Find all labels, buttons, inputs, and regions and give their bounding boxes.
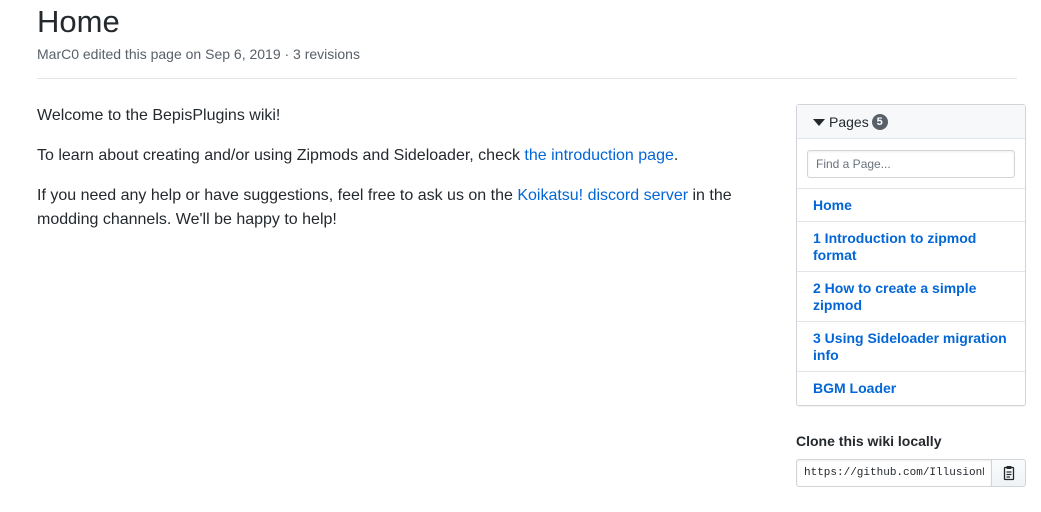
discord-server-link[interactable]: Koikatsu! discord server bbox=[517, 187, 688, 204]
intro-text: To learn about creating and/or using Zip… bbox=[37, 147, 525, 164]
pages-count-badge: 5 bbox=[871, 113, 888, 130]
pages-toggle[interactable]: Pages 5 bbox=[797, 105, 1025, 139]
page-link-introduction[interactable]: 1 Introduction to zipmod format bbox=[797, 222, 1025, 271]
pages-list: Home 1 Introduction to zipmod format 2 H… bbox=[797, 189, 1025, 404]
clone-url-group bbox=[796, 459, 1026, 487]
wiki-content: Welcome to the BepisPlugins wiki! To lea… bbox=[37, 104, 757, 248]
list-item: 2 How to create a simple zipmod bbox=[797, 272, 1025, 322]
page-title: Home bbox=[37, 4, 120, 39]
list-item: BGM Loader bbox=[797, 372, 1025, 404]
welcome-paragraph: Welcome to the BepisPlugins wiki! bbox=[37, 107, 281, 124]
clone-heading: Clone this wiki locally bbox=[796, 433, 942, 449]
intro-paragraph: To learn about creating and/or using Zip… bbox=[37, 144, 757, 168]
list-item: 1 Introduction to zipmod format bbox=[797, 222, 1025, 272]
triangle-down-icon bbox=[813, 118, 825, 126]
header-divider bbox=[37, 78, 1017, 79]
pages-label: Pages bbox=[829, 113, 869, 130]
introduction-page-link[interactable]: the introduction page bbox=[524, 147, 673, 164]
page-link-create-zipmod[interactable]: 2 How to create a simple zipmod bbox=[797, 272, 1025, 321]
filter-container bbox=[797, 139, 1025, 189]
pages-sidebar: Pages 5 Home 1 Introduction to zipmod fo… bbox=[796, 104, 1026, 406]
page-link-sideloader-migration[interactable]: 3 Using Sideloader migration info bbox=[797, 322, 1025, 371]
help-paragraph: If you need any help or have suggestions… bbox=[37, 184, 757, 232]
clipboard-icon bbox=[1003, 466, 1014, 481]
copy-button[interactable] bbox=[991, 459, 1026, 487]
clone-url-input[interactable] bbox=[796, 459, 991, 487]
page-meta: MarC0 edited this page on Sep 6, 2019 · … bbox=[37, 46, 360, 62]
help-text: If you need any help or have suggestions… bbox=[37, 187, 518, 204]
page-link-bgm-loader[interactable]: BGM Loader bbox=[797, 372, 1025, 404]
find-page-input[interactable] bbox=[807, 150, 1015, 178]
list-item: 3 Using Sideloader migration info bbox=[797, 322, 1025, 372]
intro-text-end: . bbox=[673, 147, 679, 164]
wiki-page: Home MarC0 edited this page on Sep 6, 20… bbox=[0, 0, 1041, 512]
list-item: Home bbox=[797, 189, 1025, 222]
page-link-home[interactable]: Home bbox=[797, 189, 1025, 221]
